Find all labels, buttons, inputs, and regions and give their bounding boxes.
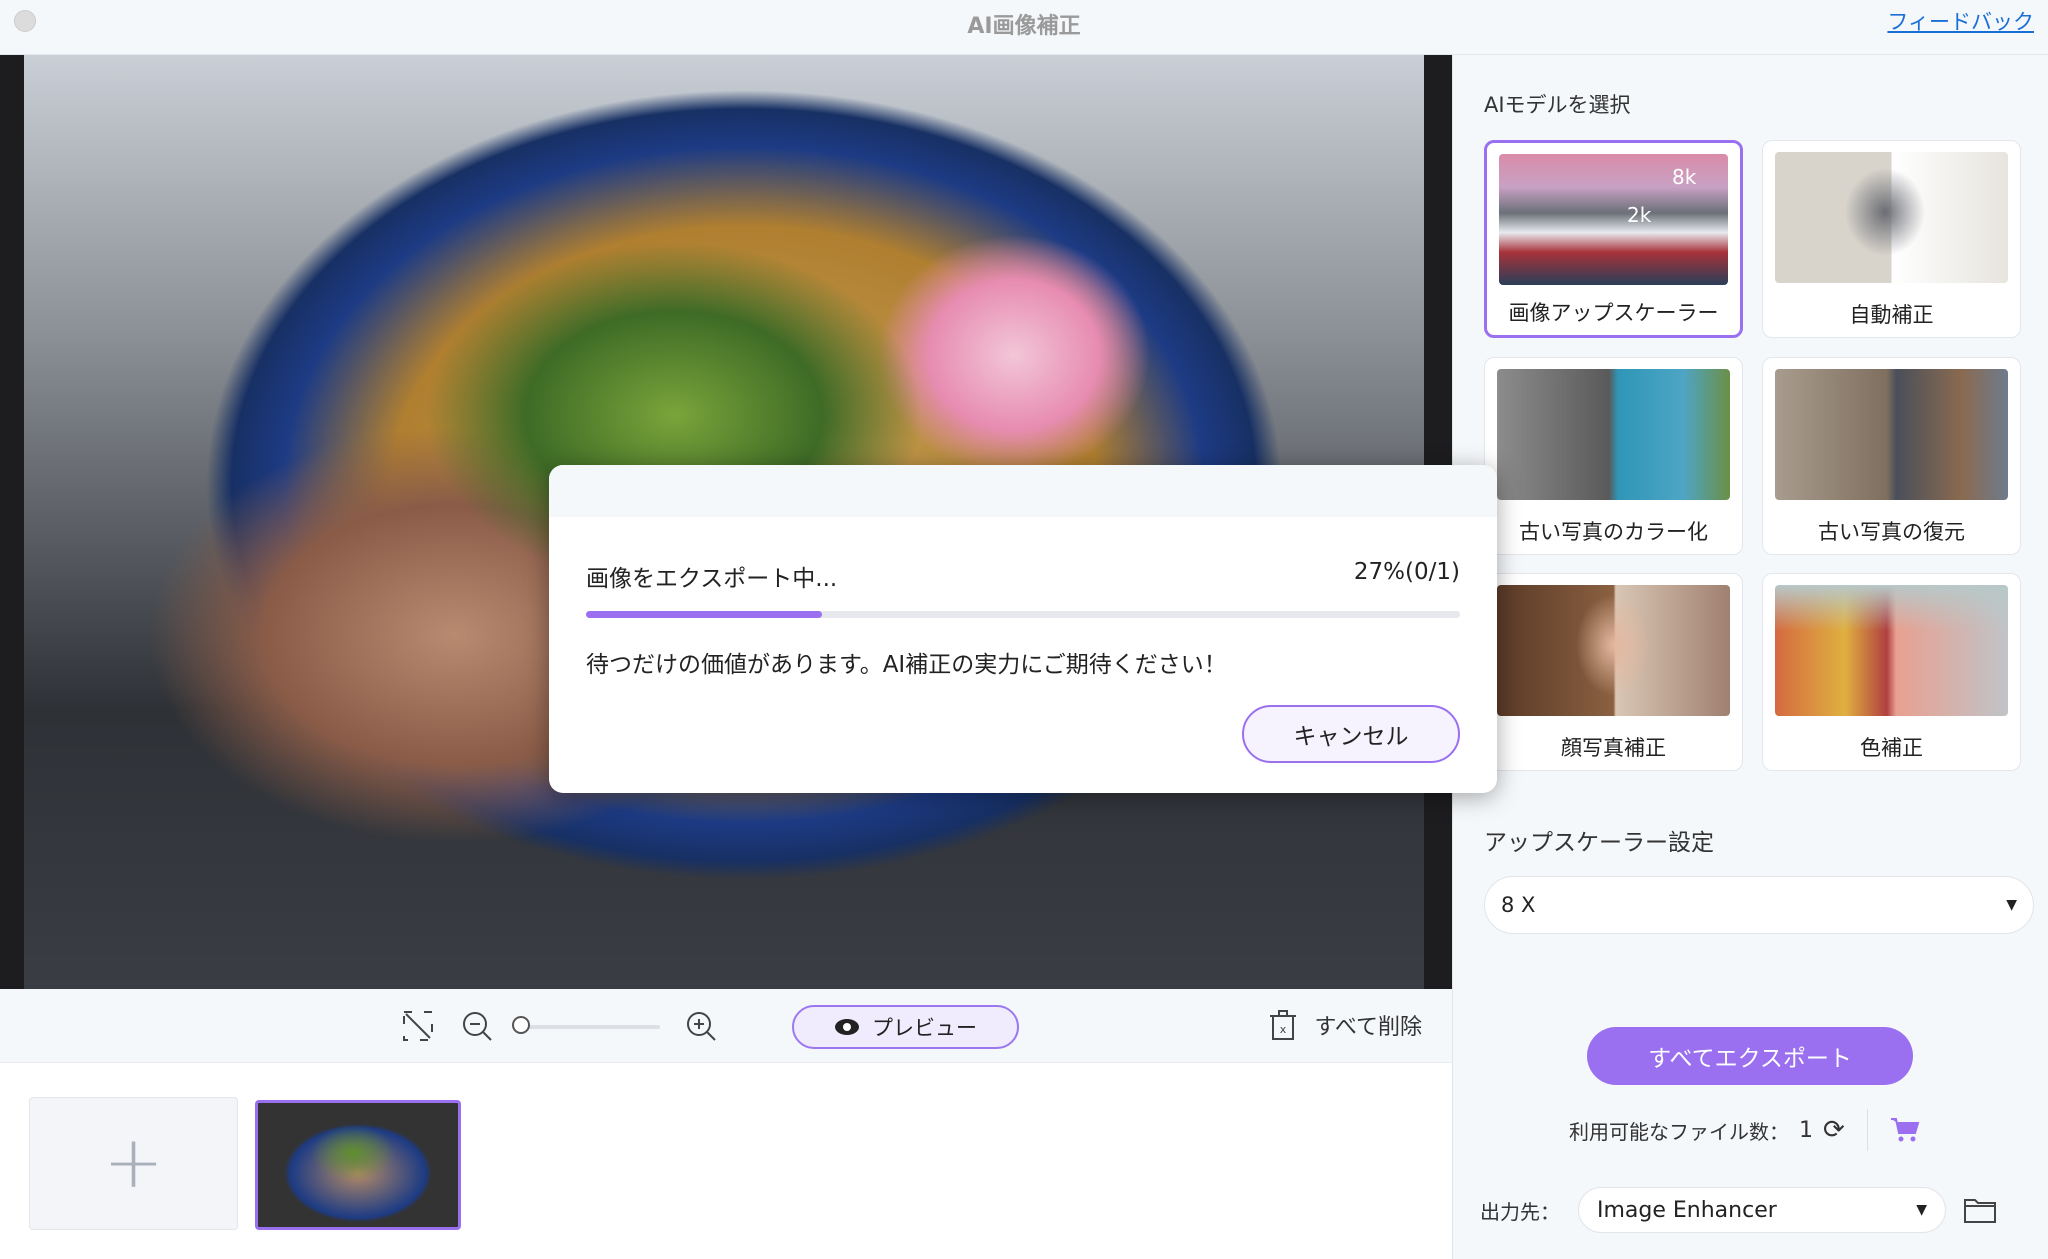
model-label: 色補正 [1860, 736, 1923, 760]
output-row: 出力先： Image Enhancer ▼ [1480, 1187, 1996, 1233]
restore-thumbnail [1775, 369, 2008, 500]
model-card-upscaler[interactable]: 2k 8k 画像アップスケーラー [1484, 140, 1743, 338]
files-label: 利用可能なファイル数： [1569, 1119, 1789, 1144]
add-image-button[interactable]: + [29, 1097, 238, 1230]
refresh-icon[interactable]: ⟳ [1823, 1115, 1845, 1145]
output-value: Image Enhancer [1597, 1197, 1777, 1223]
export-status: 画像をエクスポート中... [586, 566, 838, 592]
zoom-slider-handle[interactable] [512, 1016, 530, 1034]
output-label: 出力先： [1480, 1199, 1560, 1224]
model-label: 顔写真補正 [1561, 736, 1666, 760]
image-thumbnail[interactable] [255, 1100, 461, 1230]
thumbnail-strip: + [0, 1063, 1452, 1259]
trash-icon: x [1270, 1010, 1297, 1040]
delete-all-button[interactable]: x すべて削除 [1270, 1009, 1422, 1041]
settings-panel: AIモデルを選択 2k 8k 画像アップスケーラー 自動補正 古い写真のカラー化… [1453, 55, 2048, 1259]
color-thumbnail [1775, 585, 2008, 716]
badge-2k: 2k [1627, 203, 1652, 227]
available-files: 利用可能なファイル数： 1 ⟳ [1569, 1109, 1920, 1151]
cart-icon[interactable] [1890, 1117, 1920, 1143]
auto-thumbnail [1775, 152, 2008, 283]
zoom-in-icon[interactable] [684, 1009, 718, 1043]
export-all-button[interactable]: すべてエクスポート [1587, 1027, 1913, 1085]
face-thumbnail [1497, 585, 1730, 716]
chevron-down-icon: ▼ [1916, 1202, 1927, 1218]
scale-value: 8 X [1501, 893, 1536, 917]
zoom-out-icon[interactable] [460, 1009, 494, 1043]
fit-screen-icon[interactable] [401, 1009, 435, 1043]
zoom-slider[interactable] [520, 1025, 660, 1029]
model-card-colorize[interactable]: 古い写真のカラー化 [1484, 357, 1743, 555]
badge-8k: 8k [1672, 165, 1697, 189]
model-label: 古い写真のカラー化 [1519, 520, 1708, 544]
model-heading: AIモデルを選択 [1484, 93, 1631, 117]
model-label: 画像アップスケーラー [1508, 301, 1719, 325]
progress-fill [586, 611, 822, 618]
model-card-auto[interactable]: 自動補正 [1762, 140, 2021, 338]
export-message: 待つだけの価値があります。AI補正の実力にご期待ください！ [586, 652, 1227, 678]
files-count: 1 [1799, 1117, 1813, 1143]
separator [1866, 1109, 1868, 1151]
colorize-thumbnail [1497, 369, 1730, 500]
scale-select[interactable]: 8 X ▼ [1484, 876, 2034, 934]
upscaler-settings-heading: アップスケーラー設定 [1484, 830, 1714, 856]
model-label: 自動補正 [1849, 303, 1934, 327]
preview-label: プレビュー [872, 1016, 977, 1040]
delete-all-label: すべて削除 [1314, 1015, 1422, 1040]
chevron-down-icon: ▼ [2006, 897, 2017, 913]
export-percent: 27%(0/1) [1353, 559, 1460, 585]
feedback-link[interactable]: フィードバック [1887, 6, 2034, 36]
svg-text:x: x [1280, 1023, 1287, 1036]
model-card-restore[interactable]: 古い写真の復元 [1762, 357, 2021, 555]
output-folder-select[interactable]: Image Enhancer ▼ [1578, 1187, 1946, 1233]
eye-icon [835, 1019, 859, 1035]
preview-button[interactable]: プレビュー [792, 1005, 1019, 1049]
export-progress-bar [586, 611, 1460, 618]
canvas-toolbar: プレビュー x すべて削除 [0, 989, 1452, 1063]
title-bar: AI画像補正 フィードバック [0, 0, 2048, 55]
dialog-header [549, 465, 1497, 517]
window-title: AI画像補正 [967, 14, 1081, 39]
export-progress-dialog: 画像をエクスポート中... 27%(0/1) 待つだけの価値があります。AI補正… [549, 465, 1497, 793]
model-label: 古い写真の復元 [1818, 520, 1965, 544]
folder-icon[interactable] [1964, 1197, 1996, 1223]
model-card-color[interactable]: 色補正 [1762, 573, 2021, 771]
model-card-face[interactable]: 顔写真補正 [1484, 573, 1743, 771]
cancel-button[interactable]: キャンセル [1242, 705, 1460, 763]
